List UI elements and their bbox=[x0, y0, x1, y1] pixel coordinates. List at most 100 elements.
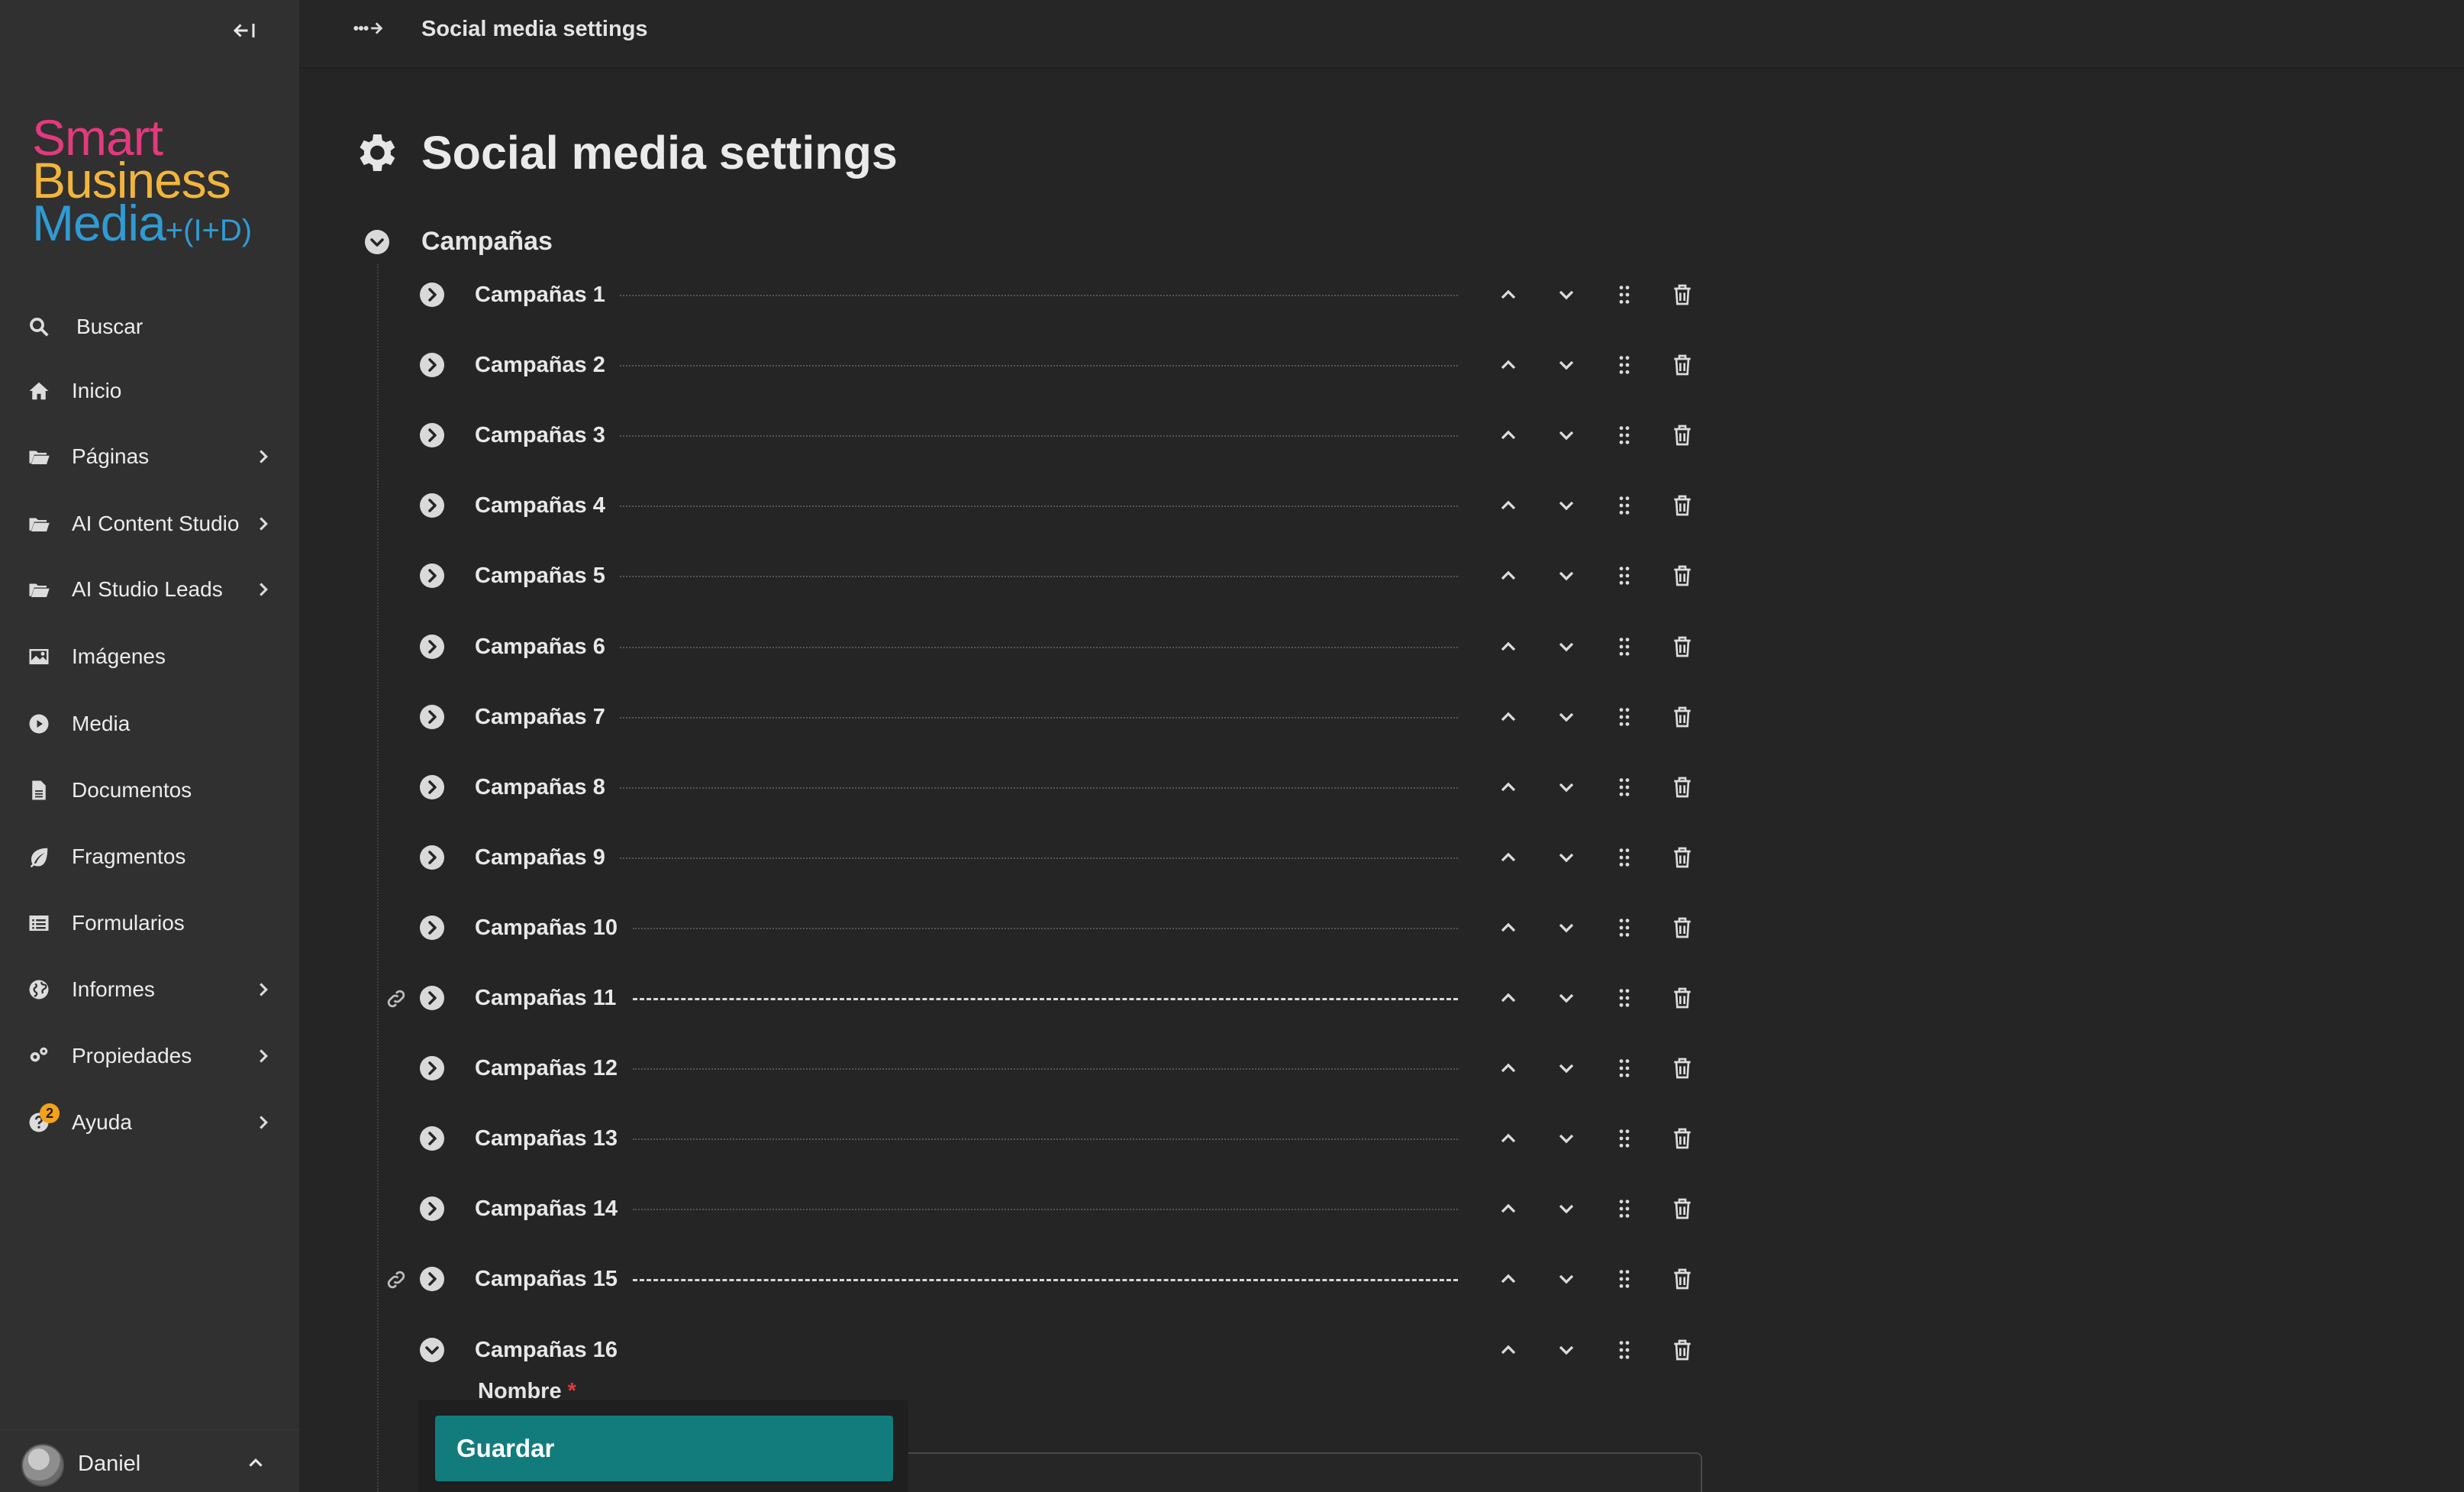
chevron-right-circle-icon[interactable] bbox=[418, 421, 446, 449]
chevron-right-circle-icon[interactable] bbox=[418, 703, 446, 731]
chevron-right-circle-icon[interactable] bbox=[418, 773, 446, 801]
chevron-right-circle-icon[interactable] bbox=[418, 281, 446, 308]
link-icon[interactable] bbox=[385, 987, 408, 1010]
chevron-right-circle-icon[interactable] bbox=[418, 1054, 446, 1082]
chevron-right-circle-icon[interactable] bbox=[418, 914, 446, 941]
arrow-path-icon[interactable] bbox=[353, 17, 386, 43]
move-up-icon[interactable] bbox=[1496, 353, 1521, 377]
trash-icon[interactable] bbox=[1670, 1126, 1695, 1151]
sidebar-item-imagenes[interactable]: Imágenes bbox=[0, 634, 299, 680]
trash-icon[interactable] bbox=[1670, 986, 1695, 1010]
chevron-right-circle-icon[interactable] bbox=[418, 1125, 446, 1152]
drag-handle-icon[interactable] bbox=[1612, 775, 1637, 799]
chevron-right-circle-icon[interactable] bbox=[418, 1265, 446, 1293]
drag-handle-icon[interactable] bbox=[1612, 705, 1637, 729]
move-up-icon[interactable] bbox=[1496, 775, 1521, 799]
move-up-icon[interactable] bbox=[1496, 1126, 1521, 1151]
sidebar-item-paginas[interactable]: Páginas bbox=[0, 434, 299, 480]
drag-handle-icon[interactable] bbox=[1612, 1197, 1637, 1221]
sidebar-item-documentos[interactable]: Documentos bbox=[0, 767, 299, 813]
move-up-icon[interactable] bbox=[1496, 283, 1521, 307]
chevron-right-icon[interactable] bbox=[252, 512, 275, 535]
chevron-down-circle-icon[interactable] bbox=[418, 1336, 446, 1364]
collapse-left-icon[interactable] bbox=[231, 17, 264, 44]
link-icon[interactable] bbox=[385, 1268, 408, 1291]
sidebar-item-buscar[interactable]: Buscar bbox=[0, 304, 299, 350]
chevron-right-circle-icon[interactable] bbox=[418, 492, 446, 519]
sidebar-item-propiedades[interactable]: Propiedades bbox=[0, 1033, 299, 1079]
move-up-icon[interactable] bbox=[1496, 1338, 1521, 1362]
campaign-row[interactable]: Campañas 8 bbox=[374, 764, 1717, 810]
trash-icon[interactable] bbox=[1670, 353, 1695, 377]
drag-handle-icon[interactable] bbox=[1612, 493, 1637, 518]
chevron-right-circle-icon[interactable] bbox=[418, 633, 446, 660]
move-down-icon[interactable] bbox=[1554, 353, 1579, 377]
drag-handle-icon[interactable] bbox=[1612, 283, 1637, 307]
chevron-right-icon[interactable] bbox=[252, 445, 275, 468]
logo[interactable]: Smart Business Media+(I+D) bbox=[32, 112, 252, 252]
move-up-icon[interactable] bbox=[1496, 986, 1521, 1010]
campaign-row[interactable]: Campañas 7 bbox=[374, 694, 1717, 740]
move-down-icon[interactable] bbox=[1554, 283, 1579, 307]
drag-handle-icon[interactable] bbox=[1612, 423, 1637, 447]
campaign-row[interactable]: Campañas 16 bbox=[374, 1327, 1717, 1373]
campaign-row[interactable]: Campañas 11 bbox=[374, 975, 1717, 1021]
chevron-down-circle-icon[interactable] bbox=[363, 228, 391, 256]
campaign-row[interactable]: Campañas 3 bbox=[374, 412, 1717, 458]
chevron-up-icon[interactable] bbox=[244, 1452, 267, 1474]
move-up-icon[interactable] bbox=[1496, 564, 1521, 588]
move-up-icon[interactable] bbox=[1496, 916, 1521, 940]
chevron-right-icon[interactable] bbox=[252, 978, 275, 1001]
move-up-icon[interactable] bbox=[1496, 493, 1521, 518]
campaign-row[interactable]: Campañas 5 bbox=[374, 553, 1717, 599]
chevron-right-circle-icon[interactable] bbox=[418, 562, 446, 589]
chevron-right-circle-icon[interactable] bbox=[418, 351, 446, 379]
move-up-icon[interactable] bbox=[1496, 845, 1521, 870]
nombre-field[interactable] bbox=[870, 1452, 1702, 1492]
move-up-icon[interactable] bbox=[1496, 1056, 1521, 1080]
move-down-icon[interactable] bbox=[1554, 564, 1579, 588]
trash-icon[interactable] bbox=[1670, 635, 1695, 659]
trash-icon[interactable] bbox=[1670, 283, 1695, 307]
drag-handle-icon[interactable] bbox=[1612, 1338, 1637, 1362]
move-up-icon[interactable] bbox=[1496, 1267, 1521, 1291]
save-button[interactable]: Guardar bbox=[435, 1416, 893, 1481]
trash-icon[interactable] bbox=[1670, 775, 1695, 799]
trash-icon[interactable] bbox=[1670, 1197, 1695, 1221]
move-down-icon[interactable] bbox=[1554, 705, 1579, 729]
campaign-row[interactable]: Campañas 9 bbox=[374, 835, 1717, 880]
move-down-icon[interactable] bbox=[1554, 986, 1579, 1010]
move-down-icon[interactable] bbox=[1554, 1197, 1579, 1221]
campaign-row[interactable]: Campañas 6 bbox=[374, 624, 1717, 670]
move-up-icon[interactable] bbox=[1496, 423, 1521, 447]
trash-icon[interactable] bbox=[1670, 916, 1695, 940]
campaign-row[interactable]: Campañas 2 bbox=[374, 342, 1717, 388]
drag-handle-icon[interactable] bbox=[1612, 845, 1637, 870]
move-up-icon[interactable] bbox=[1496, 705, 1521, 729]
sidebar-item-ai-studio-leads[interactable]: AI Studio Leads bbox=[0, 567, 299, 612]
move-down-icon[interactable] bbox=[1554, 1126, 1579, 1151]
sidebar-item-formularios[interactable]: Formularios bbox=[0, 900, 299, 946]
chevron-right-circle-icon[interactable] bbox=[418, 844, 446, 871]
chevron-right-icon[interactable] bbox=[252, 1111, 275, 1134]
move-down-icon[interactable] bbox=[1554, 635, 1579, 659]
campaign-row[interactable]: Campañas 4 bbox=[374, 483, 1717, 528]
move-down-icon[interactable] bbox=[1554, 423, 1579, 447]
sidebar-item-fragmentos[interactable]: Fragmentos bbox=[0, 834, 299, 880]
move-down-icon[interactable] bbox=[1554, 1056, 1579, 1080]
drag-handle-icon[interactable] bbox=[1612, 1056, 1637, 1080]
move-down-icon[interactable] bbox=[1554, 493, 1579, 518]
move-down-icon[interactable] bbox=[1554, 1267, 1579, 1291]
chevron-right-circle-icon[interactable] bbox=[418, 984, 446, 1012]
trash-icon[interactable] bbox=[1670, 705, 1695, 729]
chevron-right-icon[interactable] bbox=[252, 578, 275, 601]
move-down-icon[interactable] bbox=[1554, 775, 1579, 799]
move-down-icon[interactable] bbox=[1554, 1338, 1579, 1362]
trash-icon[interactable] bbox=[1670, 845, 1695, 870]
move-down-icon[interactable] bbox=[1554, 916, 1579, 940]
sidebar-item-informes[interactable]: Informes bbox=[0, 967, 299, 1012]
trash-icon[interactable] bbox=[1670, 493, 1695, 518]
drag-handle-icon[interactable] bbox=[1612, 1267, 1637, 1291]
sidebar-item-inicio[interactable]: Inicio bbox=[0, 368, 299, 414]
campaign-row[interactable]: Campañas 15 bbox=[374, 1256, 1717, 1302]
